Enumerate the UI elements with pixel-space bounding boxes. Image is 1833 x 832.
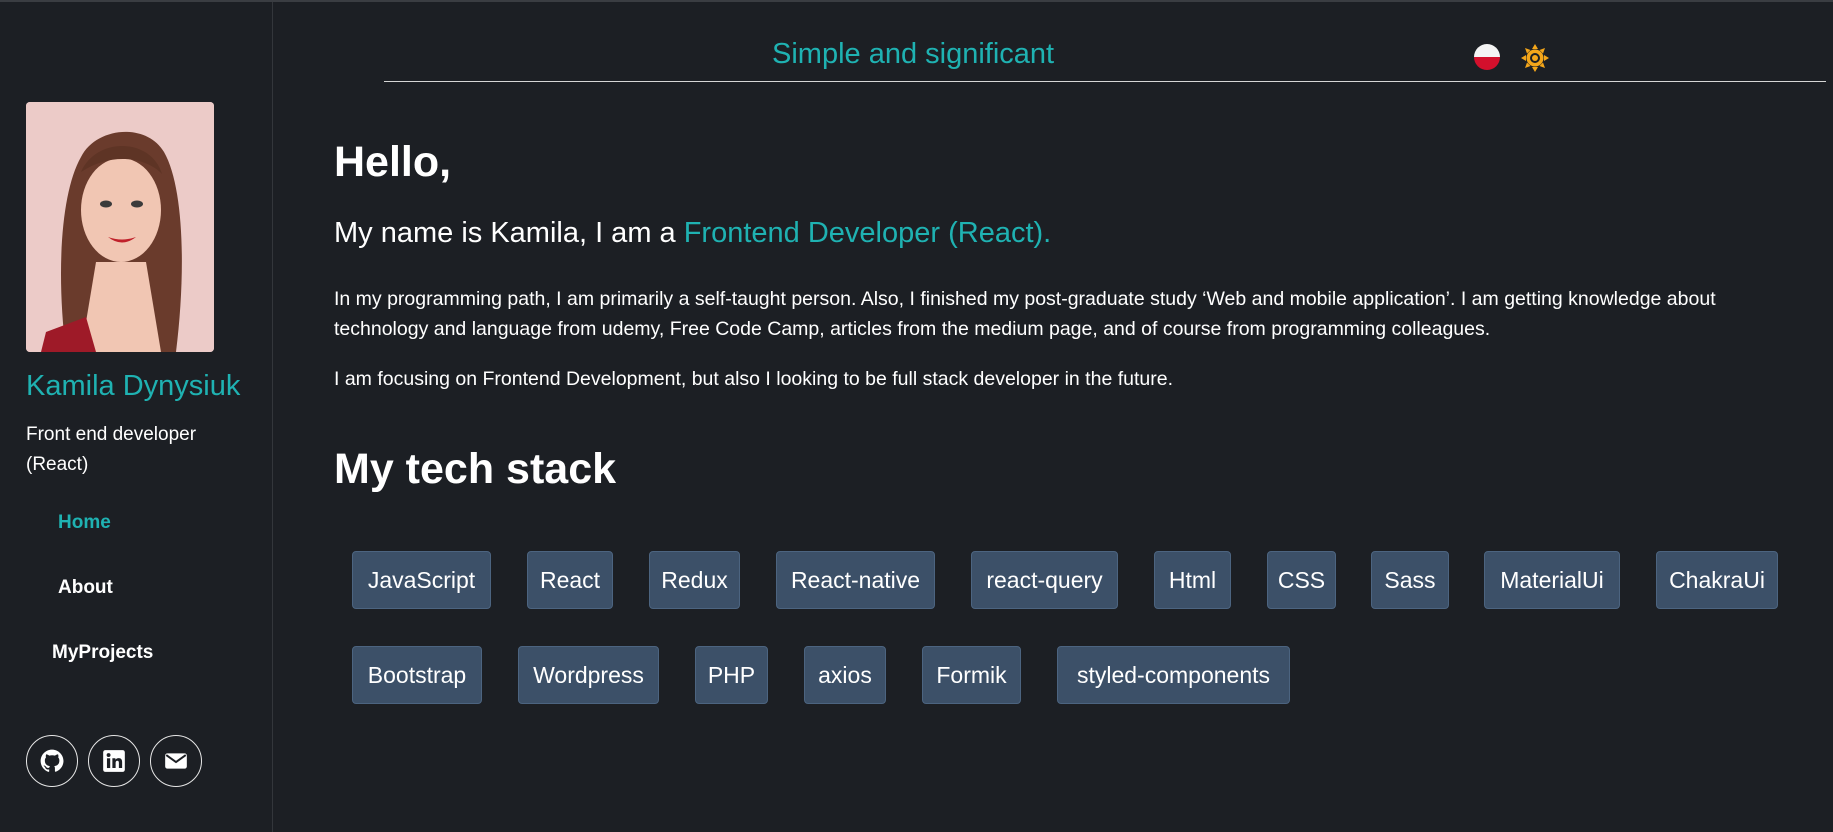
tech-chip: PHP xyxy=(695,646,768,704)
tech-chip: Redux xyxy=(649,551,740,609)
sidebar: Kamila Dynysiuk Front end developer (Rea… xyxy=(0,2,273,832)
linkedin-link[interactable] xyxy=(88,735,140,787)
github-link[interactable] xyxy=(26,735,78,787)
avatar xyxy=(26,102,214,352)
nav-item-home[interactable]: Home xyxy=(58,512,111,534)
tech-chip: styled-components xyxy=(1057,646,1290,704)
intro-line: My name is Kamila, I am a Frontend Devel… xyxy=(334,217,1051,250)
tech-chip: Bootstrap xyxy=(352,646,482,704)
profile-name: Kamila Dynysiuk xyxy=(26,370,241,402)
tech-chip: ChakraUi xyxy=(1656,551,1778,609)
github-icon xyxy=(40,749,64,772)
profile-photo xyxy=(26,102,214,352)
sun-icon[interactable] xyxy=(1520,43,1550,73)
tech-chip: JavaScript xyxy=(352,551,491,609)
email-link[interactable] xyxy=(150,735,202,787)
mail-icon xyxy=(165,753,187,769)
tech-chip: Formik xyxy=(922,646,1021,704)
tech-stack-heading: My tech stack xyxy=(334,445,617,493)
tech-chip: CSS xyxy=(1267,551,1336,609)
nav-item-about[interactable]: About xyxy=(58,577,113,599)
linkedin-icon xyxy=(103,750,125,772)
intro-text: My name is Kamila, I am a xyxy=(334,217,684,249)
tech-chip: Html xyxy=(1154,551,1231,609)
tech-chip: axios xyxy=(804,646,886,704)
site-tagline: Simple and significant xyxy=(772,38,1055,70)
intro-role: Frontend Developer (React). xyxy=(683,217,1052,249)
tech-chip: MaterialUi xyxy=(1484,551,1620,609)
about-paragraph-2: I am focusing on Frontend Development, b… xyxy=(334,368,1173,390)
social-links xyxy=(26,735,202,787)
about-paragraph-1: In my programming path, I am primarily a… xyxy=(334,288,1716,340)
greeting-heading: Hello, xyxy=(334,138,452,186)
tech-chip: React-native xyxy=(776,551,935,609)
tech-chip: React xyxy=(527,551,613,609)
nav-item-myprojects[interactable]: MyProjects xyxy=(52,642,153,664)
tech-chip: react-query xyxy=(971,551,1118,609)
tech-chip: Wordpress xyxy=(518,646,659,704)
poland-flag-icon[interactable] xyxy=(1474,44,1500,70)
window-top-border xyxy=(0,0,1833,2)
header-divider xyxy=(384,81,1826,82)
tech-chip: Sass xyxy=(1371,551,1449,609)
profile-role: Front end developer (React) xyxy=(26,424,197,475)
